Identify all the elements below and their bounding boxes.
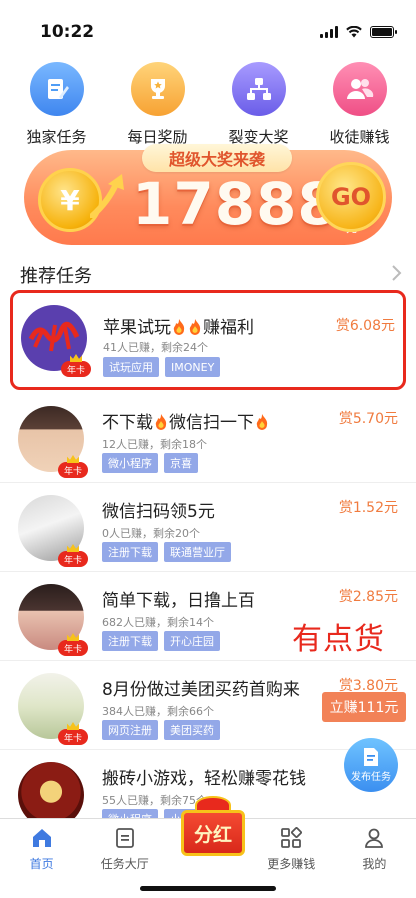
annual-card-badge: 年卡 [58, 551, 88, 567]
rising-arrow-icon [90, 174, 124, 218]
nav-label: 我的 [362, 857, 387, 871]
watermark-text: 有点货 [292, 622, 385, 657]
banner-tag: 超级大奖来袭 [142, 144, 292, 172]
task-reward: 赏2.85元 [338, 589, 398, 605]
nav-home[interactable]: 首页 [0, 819, 83, 898]
network-icon [231, 62, 286, 116]
super-prize-banner[interactable]: 超级大奖来袭 ¥ 178888 元 GO [24, 144, 392, 245]
task-reward: 赏1.52元 [338, 500, 398, 516]
quick-nav: 独家任务 每日奖励 裂变大奖 收徒赚钱 [0, 62, 416, 147]
task-meta: 682人已赚，剩余14个 [102, 616, 214, 629]
avatar: 年卡 [18, 406, 88, 478]
task-tag: 开心庄园 [164, 631, 220, 651]
nav-label: 任务大厅 [100, 857, 149, 871]
task-title: 简单下载，日撸上百 [102, 591, 255, 611]
publish-label: 发布任务 [351, 772, 391, 783]
annual-card-badge: 年卡 [58, 729, 88, 745]
quick-nav-label: 独家任务 [26, 128, 87, 146]
trophy-icon [130, 62, 185, 116]
go-button[interactable]: GO [316, 162, 386, 232]
quick-nav-fission-prize[interactable]: 裂变大奖 [209, 62, 309, 147]
task-tag: 联通营业厅 [164, 542, 231, 562]
task-tag: 网页注册 [102, 720, 158, 740]
document-icon [364, 748, 378, 766]
quick-nav-daily-rewards[interactable]: 每日奖励 [108, 62, 208, 147]
task-tag: 注册下载 [102, 631, 158, 651]
task-tag: 微小程序 [102, 453, 158, 473]
quick-nav-label: 收徒赚钱 [329, 128, 390, 146]
publish-task-button[interactable]: 发布任务 [344, 738, 398, 792]
home-icon [32, 829, 51, 847]
task-reward: 赏5.70元 [338, 411, 398, 427]
nav-mine[interactable]: 我的 [333, 819, 416, 898]
annual-card-badge: 年卡 [58, 640, 88, 656]
users-icon [332, 62, 387, 116]
task-tag: 注册下载 [102, 542, 158, 562]
nav-label: 更多赚钱 [267, 857, 316, 871]
annual-card-badge: 年卡 [61, 361, 91, 377]
task-title: 苹果试玩 赚福利 [103, 318, 254, 338]
fire-icon [173, 319, 185, 335]
task-tags: 微小程序 京喜 [102, 453, 198, 473]
status-time: 10:22 [40, 22, 95, 42]
task-title: 不下载 微信扫一下 [102, 408, 270, 433]
status-icons [320, 26, 397, 38]
task-card-wechat-scan-5[interactable]: 年卡 微信扫码领5元 0人已赚，剩余20个 注册下载 联通营业厅 赏1.52元 [0, 483, 416, 572]
task-tag: 京喜 [164, 453, 198, 473]
home-indicator [140, 886, 276, 891]
nav-label: 首页 [29, 857, 54, 871]
task-card-apple-trial[interactable]: 年卡 苹果试玩 赚福利 41人已赚，剩余24个 试玩应用 IMONEY 赏6.08… [10, 290, 406, 390]
task-meta: 384人已赚，剩余66个 [102, 705, 214, 718]
avatar: 年卡 [21, 305, 91, 377]
claim-reward-button[interactable]: 立赚111元 [322, 692, 406, 722]
wifi-icon [346, 26, 362, 38]
fire-icon [189, 319, 201, 335]
recommended-tasks-header[interactable]: 推荐任务 [20, 262, 404, 288]
task-card-scan-wechat[interactable]: 年卡 不下载 微信扫一下 12人已赚，剩余18个 微小程序 京喜 赏5.70元 [0, 394, 416, 483]
task-tags: 试玩应用 IMONEY [103, 357, 221, 377]
grid-icon [281, 827, 303, 848]
dividend-button[interactable]: 分红 [181, 796, 245, 856]
task-tag: IMONEY [165, 357, 221, 377]
task-meta: 0人已赚，剩余20个 [102, 527, 200, 540]
task-title: 8月份做过美团买药首购来 [102, 680, 300, 700]
task-reward: 赏6.08元 [335, 318, 395, 334]
task-title: 搬砖小游戏，轻松赚零花钱 [102, 769, 306, 789]
task-tag: 美团买药 [164, 720, 220, 740]
quick-nav-exclusive-tasks[interactable]: 独家任务 [7, 62, 107, 147]
task-list-icon [115, 828, 134, 848]
task-tags: 注册下载 开心庄园 [102, 631, 220, 651]
quick-nav-recruit-earn[interactable]: 收徒赚钱 [310, 62, 410, 147]
chevron-right-icon[interactable] [390, 264, 402, 282]
task-tag: 试玩应用 [103, 357, 159, 377]
signal-icon [320, 26, 338, 38]
task-title: 微信扫码领5元 [102, 502, 215, 522]
avatar: 年卡 [18, 495, 88, 567]
battery-icon [370, 26, 397, 38]
user-icon [365, 828, 384, 848]
dividend-label: 分红 [181, 810, 245, 856]
task-meta: 41人已赚，剩余24个 [103, 341, 208, 354]
task-meta: 12人已赚，剩余18个 [102, 438, 207, 451]
avatar: 年卡 [18, 673, 88, 745]
fire-icon [155, 414, 167, 430]
status-bar: 10:22 [0, 0, 416, 60]
avatar: 年卡 [18, 584, 88, 656]
edit-icon [29, 62, 84, 116]
task-tags: 网页注册 美团买药 [102, 720, 220, 740]
section-title: 推荐任务 [20, 266, 92, 287]
task-tags: 注册下载 联通营业厅 [102, 542, 231, 562]
annual-card-badge: 年卡 [58, 462, 88, 478]
fire-icon [256, 414, 268, 430]
